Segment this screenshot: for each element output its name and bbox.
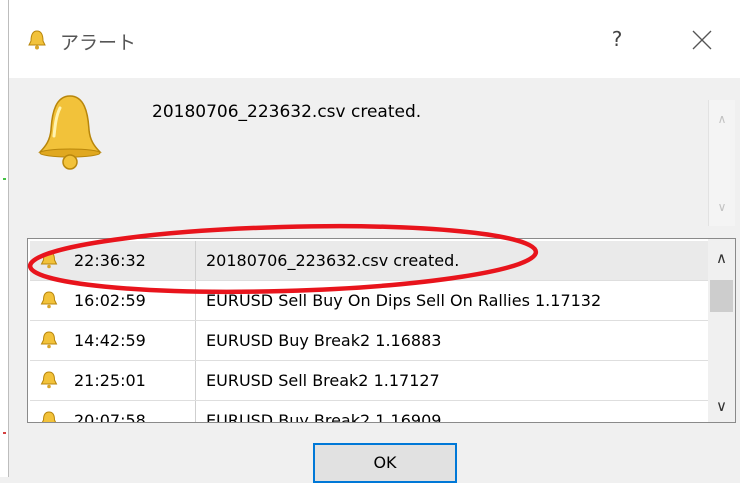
chevron-up-icon[interactable]: ∧ [709,108,735,130]
alert-message: 20180706_223632.csv created. [152,102,422,122]
time-cell: 14:42:59 [30,321,196,360]
alert-text: 20180706_223632.csv created. [206,251,460,270]
scrollbar-thumb[interactable] [710,280,733,312]
alert-time: 21:25:01 [74,371,146,390]
ok-button[interactable]: OK [313,443,457,483]
alert-text: EURUSD Sell Buy On Dips Sell On Rallies … [206,291,602,310]
list-item[interactable]: 20:07:58 EURUSD Buy Break2 1.16909 [30,401,708,423]
chart-tick [3,178,6,180]
chevron-down-icon[interactable]: ∨ [709,196,735,218]
list-item[interactable]: 21:25:01 EURUSD Sell Break2 1.17127 [30,361,708,401]
time-cell: 22:36:32 [30,241,196,280]
bell-icon [40,331,58,349]
list-scrollbar[interactable]: ∧ ∨ [708,239,735,422]
chart-tick [3,432,6,434]
bell-icon [28,30,46,50]
alert-text: EURUSD Buy Break2 1.16883 [206,331,442,350]
alert-time: 14:42:59 [74,331,146,350]
bell-icon [40,291,58,309]
close-icon[interactable] [685,25,719,55]
time-cell: 16:02:59 [30,281,196,320]
time-cell: 20:07:58 [30,401,196,423]
message-scrollbar[interactable]: ∧ ∨ [708,100,735,226]
bell-icon [38,95,102,170]
alert-time: 16:02:59 [74,291,146,310]
list-item[interactable]: 22:36:32 20180706_223632.csv created. [30,241,708,281]
alert-time: 20:07:58 [74,411,146,423]
bell-icon [40,251,58,269]
alert-text: EURUSD Sell Break2 1.17127 [206,371,440,390]
bell-icon [40,371,58,389]
list-item[interactable]: 16:02:59 EURUSD Sell Buy On Dips Sell On… [30,281,708,321]
background-window-edge [0,0,9,477]
alert-list[interactable]: 22:36:32 20180706_223632.csv created. 16… [27,238,736,423]
bell-icon [41,411,57,422]
alert-time: 22:36:32 [74,251,146,270]
help-button[interactable]: ? [602,25,632,53]
window-title: アラート [60,32,137,54]
chevron-up-icon[interactable]: ∧ [708,245,735,271]
chevron-down-icon[interactable]: ∨ [708,393,735,419]
time-cell: 21:25:01 [30,361,196,400]
list-item[interactable]: 14:42:59 EURUSD Buy Break2 1.16883 [30,321,708,361]
alert-text: EURUSD Buy Break2 1.16909 [206,411,442,423]
